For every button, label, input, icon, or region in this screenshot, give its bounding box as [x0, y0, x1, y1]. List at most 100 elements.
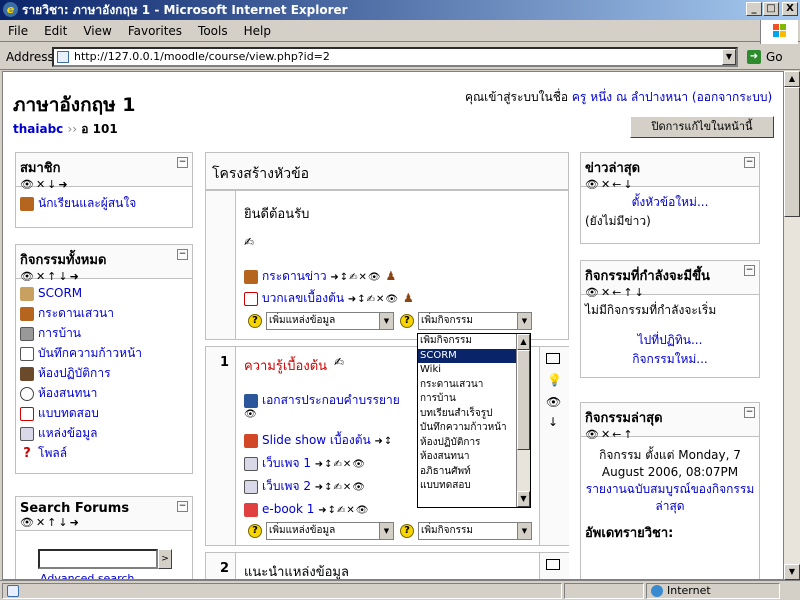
members-controls[interactable]: 👁✕↓➜ — [20, 178, 188, 191]
activity-link[interactable]: แหล่งข้อมูล — [38, 426, 98, 440]
search-forums-input[interactable] — [38, 549, 158, 569]
menu-file[interactable]: File — [0, 20, 36, 42]
scroll-up-icon[interactable]: ▲ — [784, 71, 800, 87]
highlight-icon[interactable] — [546, 353, 560, 364]
add-news-topic-link[interactable]: ตั้งหัวข้อใหม่... — [585, 193, 755, 212]
activity-link[interactable]: แบบทดสอบ — [38, 406, 99, 420]
dropdown-option[interactable]: แบบทดสอบ — [418, 479, 530, 494]
user-name-link[interactable]: ครู หนึ่ง ณ ลำปางหนา — [572, 90, 688, 104]
dropdown-option[interactable]: อภิธานศัพท์ — [418, 465, 530, 480]
scroll-down-icon[interactable]: ▼ — [784, 564, 800, 580]
edit-controls[interactable]: 👁 — [244, 409, 258, 420]
logout-link[interactable]: (ออกจากระบบ) — [692, 90, 772, 104]
menu-help[interactable]: Help — [236, 20, 279, 42]
address-dropdown-button[interactable]: ▼ — [722, 49, 736, 65]
activity-journal[interactable]: บันทึกความก้าวหน้า — [20, 343, 188, 363]
close-button[interactable]: X — [782, 2, 798, 16]
activity-assignment[interactable]: การบ้าน — [20, 323, 188, 343]
upcoming-events-controls[interactable]: 👁✕←↑↓ — [585, 286, 755, 299]
dropdown-option[interactable]: กระดานเสวนา — [418, 378, 530, 393]
chevron-down-icon[interactable]: ▼ — [517, 491, 530, 507]
groups-icon[interactable]: ♟ — [385, 269, 396, 283]
news-collapse-icon[interactable]: − — [744, 157, 755, 168]
help-icon[interactable]: ? — [248, 314, 262, 328]
activity-link[interactable]: Slide show เบื้องต้น — [262, 433, 371, 447]
activity-forum[interactable]: กระดานเสวนา — [20, 303, 188, 323]
activity-link[interactable]: e-book 1 — [262, 502, 314, 516]
dropdown-option[interactable]: Wiki — [418, 363, 530, 378]
dropdown-option[interactable]: การบ้าน — [418, 392, 530, 407]
add-activity-select[interactable]: เพิ่มกิจกรรม ▼ — [418, 312, 532, 330]
help-icon[interactable]: ? — [400, 314, 414, 328]
search-forums-controls[interactable]: 👁✕↑↓➜ — [20, 516, 188, 529]
latest-news-controls[interactable]: 👁✕←↓ — [585, 178, 755, 191]
activities-controls[interactable]: 👁✕↑↓➜ — [20, 270, 188, 283]
activity-resource[interactable]: แหล่งข้อมูล — [20, 423, 188, 443]
activity-link[interactable]: เอกสารประกอบคำบรรยาย — [262, 393, 400, 407]
full-report-link[interactable]: รายงานฉบับสมบูรณ์ของกิจกรรมล่าสุด — [585, 481, 755, 515]
edit-summary-icon[interactable]: ✍ — [334, 355, 344, 369]
help-icon[interactable]: ? — [400, 524, 414, 538]
menu-edit[interactable]: Edit — [36, 20, 75, 42]
menu-favorites[interactable]: Favorites — [120, 20, 190, 42]
highlight-icon[interactable] — [546, 559, 560, 570]
search-go-button[interactable]: > — [158, 549, 172, 569]
dropdown-option-selected[interactable]: SCORM — [418, 348, 530, 363]
search-collapse-icon[interactable]: − — [177, 501, 188, 512]
page-scrollbar[interactable]: ▲ ▼ — [784, 71, 800, 580]
activity-poll[interactable]: ? โพลล์ — [20, 443, 188, 463]
breadcrumb-home[interactable]: thaiabc — [13, 122, 63, 136]
turn-editing-off-button[interactable]: ปิดการแก้ไขในหน้านี้ — [630, 116, 774, 138]
minimize-button[interactable]: _ — [746, 2, 762, 16]
advanced-search-link[interactable]: Advanced search — [40, 572, 134, 579]
eye-icon[interactable]: 👁 — [546, 395, 561, 409]
groups-icon[interactable]: ♟ — [403, 291, 414, 305]
upcoming-collapse-icon[interactable]: − — [744, 265, 755, 276]
add-resource-select[interactable]: เพิ่มแหล่งข้อมูล ▼ — [266, 312, 394, 330]
dropdown-option[interactable]: บทเรียนสำเร็จรูป — [418, 407, 530, 422]
edit-controls[interactable]: ➜↕✍✕👁 — [315, 482, 366, 493]
dropdown-option[interactable]: ห้องสนทนา — [418, 450, 530, 465]
add-activity-select[interactable]: เพิ่มกิจกรรม ▼ — [418, 522, 532, 540]
go-button[interactable]: ➜ Go — [744, 48, 794, 66]
edit-summary-icon[interactable]: ✍ — [244, 235, 254, 249]
activity-link[interactable]: โพลล์ — [38, 446, 67, 460]
activity-workshop[interactable]: ห้องปฏิบัติการ — [20, 363, 188, 383]
move-down-icon[interactable]: ↓ — [548, 415, 558, 429]
go-to-calendar-link[interactable]: ไปที่ปฏิทิน... — [585, 331, 755, 350]
recent-collapse-icon[interactable]: − — [744, 407, 755, 418]
activity-link[interactable]: เว็บเพจ 1 — [262, 456, 311, 470]
activity-link[interactable]: SCORM — [38, 286, 82, 300]
scroll-thumb[interactable] — [784, 87, 800, 217]
activity-quiz[interactable]: แบบทดสอบ — [20, 403, 188, 423]
edit-controls[interactable]: ➜↕✍✕👁 — [315, 459, 366, 470]
dropdown-scrollbar[interactable]: ▲ ▼ — [516, 334, 530, 507]
activity-link[interactable]: เว็บเพจ 2 — [262, 479, 311, 493]
address-input[interactable]: http://127.0.0.1/moodle/course/view.php?… — [52, 47, 738, 67]
activity-link[interactable]: บันทึกความก้าวหน้า — [38, 346, 142, 360]
add-resource-select[interactable]: เพิ่มแหล่งข้อมูล ▼ — [266, 522, 394, 540]
members-collapse-icon[interactable]: − — [177, 157, 188, 168]
activity-link[interactable]: กระดานเสวนา — [38, 306, 114, 320]
members-link[interactable]: นักเรียนและผู้สนใจ — [38, 196, 136, 210]
edit-controls[interactable]: ➜↕✍✕👁 — [330, 272, 381, 283]
dropdown-option[interactable]: ห้องปฏิบัติการ — [418, 436, 530, 451]
activity-link[interactable]: การบ้าน — [38, 326, 81, 340]
activity-link[interactable]: กระดานข่าว — [262, 269, 327, 283]
activity-chat[interactable]: ห้องสนทนา — [20, 383, 188, 403]
chevron-up-icon[interactable]: ▲ — [517, 334, 530, 350]
dropdown-scroll-thumb[interactable] — [517, 350, 530, 450]
dropdown-option[interactable]: เพิ่มกิจกรรม — [418, 334, 530, 349]
members-item[interactable]: นักเรียนและผู้สนใจ — [20, 193, 188, 213]
lightbulb-icon[interactable]: 💡 — [547, 373, 562, 387]
activity-scorm[interactable]: SCORM — [20, 283, 188, 303]
activities-collapse-icon[interactable]: − — [177, 249, 188, 260]
edit-controls[interactable]: ➜↕✍✕👁 — [348, 294, 399, 305]
activity-link[interactable]: ห้องสนทนา — [38, 386, 97, 400]
menu-view[interactable]: View — [75, 20, 119, 42]
help-icon[interactable]: ? — [248, 524, 262, 538]
activity-link[interactable]: ห้องปฏิบัติการ — [38, 366, 111, 380]
maximize-button[interactable]: □ — [763, 2, 779, 16]
new-event-link[interactable]: กิจกรรมใหม่... — [585, 350, 755, 369]
dropdown-option[interactable]: บันทึกความก้าวหน้า — [418, 421, 530, 436]
